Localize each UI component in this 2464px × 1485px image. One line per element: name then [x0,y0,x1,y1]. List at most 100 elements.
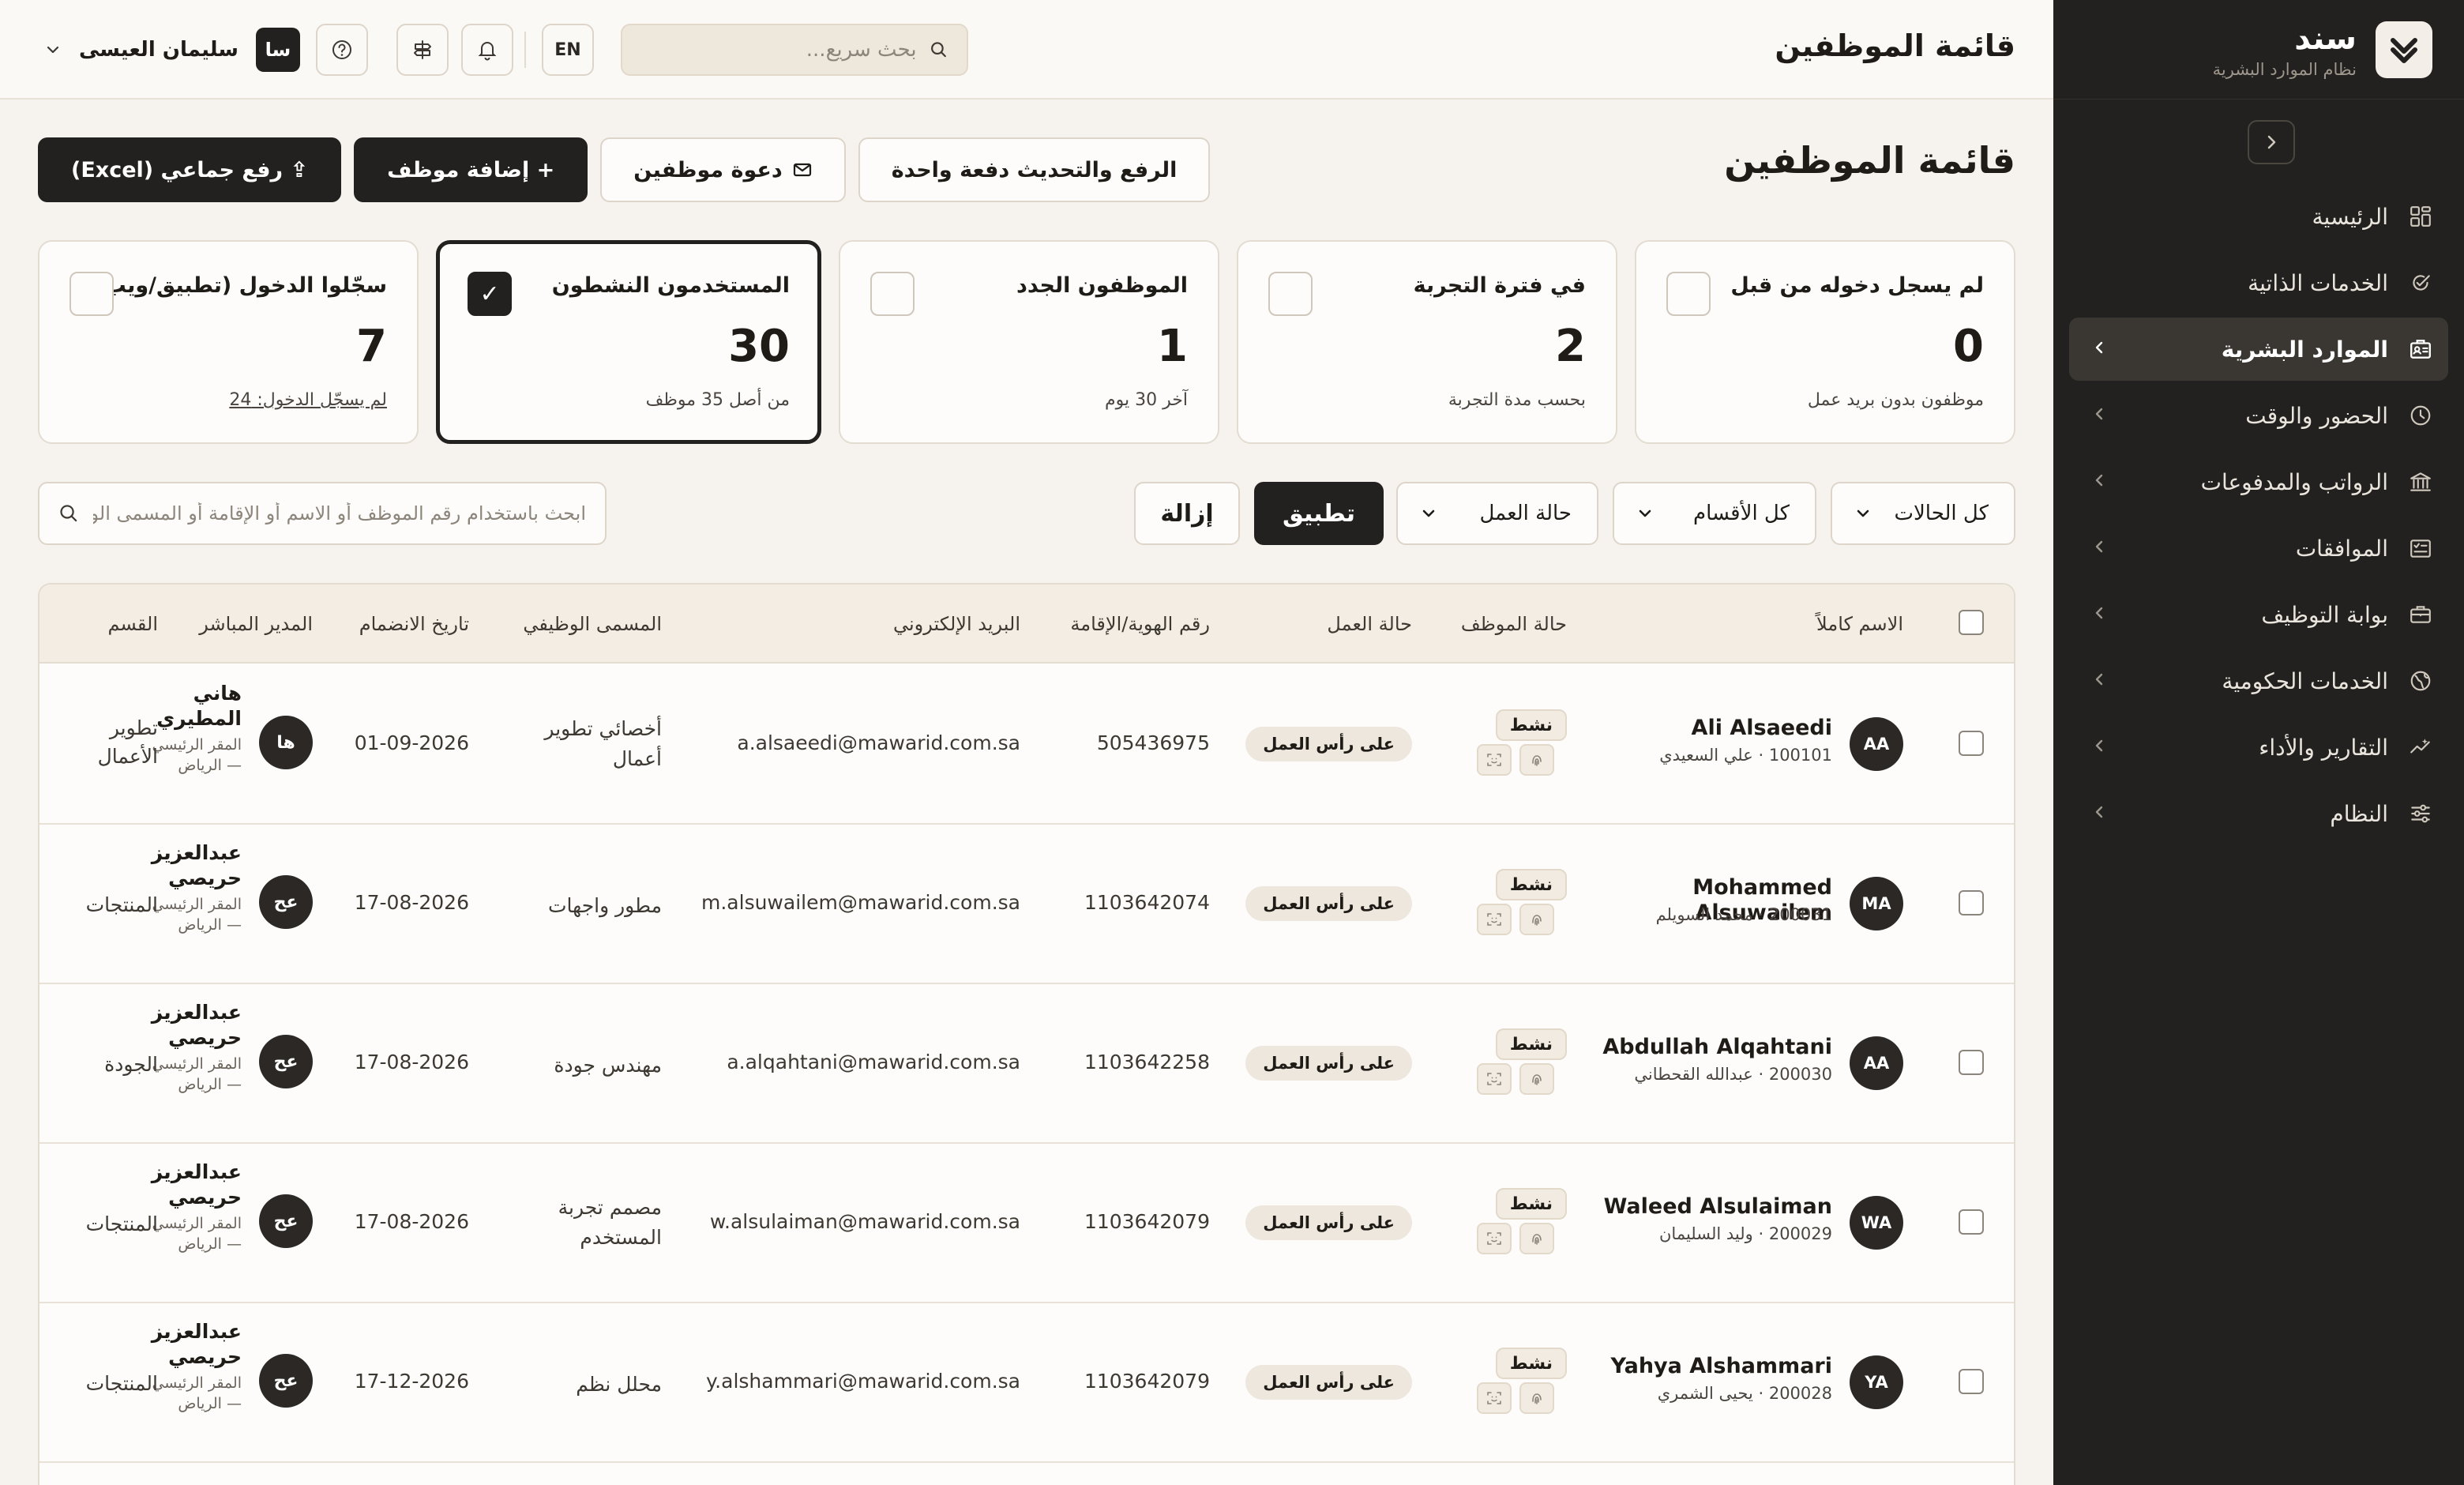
employee-id-arabic-name: 200030 · عبدالله القحطاني [1634,1065,1832,1084]
job-title-cell: أخصائي تطوير أعمال [544,717,662,770]
table-search-input[interactable] [93,502,586,524]
employee-status-badge: نشط [1495,1188,1567,1220]
column-header-join-date[interactable]: تاريخ الانضمام [359,613,469,635]
employee-name[interactable]: Abdullah Alqahtani [1595,1035,1832,1060]
manager-avatar: عح [259,1035,313,1088]
row-checkbox[interactable] [1959,1369,1984,1394]
face-scan-icon [1477,1063,1512,1095]
row-checkbox[interactable] [1959,1209,1984,1235]
row-checkbox[interactable] [1959,1050,1984,1075]
approvals-icon [2409,536,2432,560]
column-header-full-name[interactable]: الاسم كاملاً [1816,613,1903,635]
manager-name[interactable]: عبدالعزيز حريصي [139,1160,242,1210]
quick-search[interactable] [621,24,968,76]
brand-name: سند [2294,20,2357,57]
stat-filter-checkbox[interactable] [1268,272,1313,316]
chevron-left-icon [2090,736,2109,755]
topbar-title: قائمة الموظفين [1775,28,2015,63]
batch-upload-update-button[interactable]: الرفع والتحديث دفعة واحدة [858,137,1211,202]
sidebar-item-approvals[interactable]: الموافقات [2069,517,2448,580]
table-row[interactable]: MA Mohammed Alsuwailem 200031 · محمد الس… [39,825,2014,984]
status-filter-select[interactable]: كل الحالات [1831,482,2015,545]
add-employee-button[interactable]: + إضافة موظف [354,137,588,202]
face-scan-icon [1477,744,1512,776]
manager-location: المقر الرئيسي — الرياض [152,736,242,774]
department-cell: تطوير الأعمال [97,716,158,768]
bulk-excel-upload-button[interactable]: ⇪ رفع جماعي (Excel) [38,137,342,202]
column-header-manager[interactable]: المدير المباشر [199,613,313,635]
sidebar-item-dashboard[interactable]: الرئيسية [2069,185,2448,248]
filters-bar: كل الحالات كل الأقسام حالة العمل تطبيق إ… [38,482,2015,547]
sidebar-item-self-service[interactable]: الخدمات الذاتية [2069,251,2448,314]
column-header-job-title[interactable]: المسمى الوظيفي [523,613,662,635]
stat-card[interactable]: لم يسجل دخوله من قبل 0 موظفون بدون بريد … [1635,240,2015,444]
employee-avatar: YA [1850,1355,1903,1409]
stat-filter-checkbox[interactable] [870,272,915,316]
column-header-employee-status[interactable]: حالة الموظف [1461,613,1567,635]
row-checkbox[interactable] [1959,890,1984,915]
select-all-checkbox[interactable] [1959,610,1984,635]
sidebar-item-analytics[interactable]: التقارير والأداء [2069,716,2448,779]
employee-name[interactable]: Waleed Alsulaiman [1595,1194,1832,1220]
face-scan-icon [1477,1223,1512,1254]
help-button[interactable] [316,24,368,76]
column-header-id-number[interactable]: رقم الهوية/الإقامة [1070,613,1210,635]
employee-id-arabic-name: 200029 · وليد السليمان [1659,1224,1832,1243]
sidebar-item-label: الخدمات الذاتية [2248,269,2388,296]
work-status-badge: على رأس العمل [1245,1046,1412,1081]
sidebar-item-briefcase[interactable]: بوابة التوظيف [2069,583,2448,646]
announcements-button[interactable] [396,24,449,76]
stat-filter-checkbox[interactable] [1666,272,1711,316]
column-header-department[interactable]: القسم [107,613,158,635]
stat-card[interactable]: في فترة التجربة 2 بحسب مدة التجربة [1237,240,1617,444]
column-header-email[interactable]: البريد الإلكتروني [893,613,1020,635]
user-menu[interactable]: سا سليمان العيسى [44,24,300,76]
search-icon [930,42,946,58]
table-row[interactable]: WA Waleed Alsulaiman 200029 · وليد السلي… [39,1144,2014,1303]
stat-card[interactable]: سجّلوا الدخول (تطبيق/ويب) 7 لم يسجّل الد… [38,240,419,444]
email-cell: m.alsuwailem@mawarid.com.sa [701,891,1020,914]
invite-employees-button[interactable]: دعوة موظفين [600,137,846,202]
language-toggle-button[interactable]: EN [542,24,594,76]
notifications-button[interactable] [461,24,513,76]
sidebar-item-label: بوابة التوظيف [2261,601,2388,628]
stat-card[interactable]: المستخدمون النشطون 30 من أصل 35 موظف ✓ [436,240,821,444]
department-cell: المنتجات [85,1372,158,1395]
manager-name[interactable]: عبدالعزيز حريصي [139,840,242,891]
employee-name[interactable]: Yahya Alshammari [1595,1354,1832,1379]
department-filter-select[interactable]: كل الأقسام [1613,482,1816,545]
sidebar-item-clock[interactable]: الحضور والوقت [2069,384,2448,447]
sidebar-item-sliders[interactable]: النظام [2069,782,2448,845]
clear-filters-button[interactable]: إزالة [1134,482,1240,545]
table-row[interactable]: AA Ali Alsaeedi 100101 · علي السعيدي نشط… [39,665,2014,825]
stat-sub: بحسب مدة التجربة [1448,390,1586,410]
employee-avatar: AA [1850,1036,1903,1090]
stat-filter-checkbox[interactable]: ✓ [468,272,512,316]
stat-value: 7 [356,321,387,372]
manager-name[interactable]: عبدالعزيز حريصي [139,1319,242,1370]
employees-table: الاسم كاملاً حالة الموظف حالة العمل رقم … [38,583,2015,1485]
employee-name[interactable]: Ali Alsaeedi [1595,716,1832,741]
help-icon [332,40,351,59]
column-header-work-status[interactable]: حالة العمل [1327,613,1412,635]
table-row[interactable]: YA Yahya Alshammari 200028 · يحيى الشمري… [39,1303,2014,1463]
apply-filters-button[interactable]: تطبيق [1254,482,1384,545]
manager-name[interactable]: عبدالعزيز حريصي [139,1000,242,1051]
department-cell: الجودة [104,1053,158,1076]
sidebar-item-label: الموارد البشرية [2221,336,2388,363]
sidebar-item-hr-badge[interactable]: الموارد البشرية [2069,318,2448,381]
sidebar-item-globe[interactable]: الخدمات الحكومية [2069,649,2448,712]
sidebar-collapse-button[interactable] [2248,120,2295,164]
work-status-filter-select[interactable]: حالة العمل [1396,482,1598,545]
table-header: الاسم كاملاً حالة الموظف حالة العمل رقم … [39,585,2014,664]
row-checkbox[interactable] [1959,731,1984,756]
sidebar-item-bank[interactable]: الرواتب والمدفوعات [2069,450,2448,513]
table-row[interactable]: AA Abdullah Alqahtani 200030 · عبدالله ا… [39,984,2014,1144]
stat-sub-link[interactable]: لم يسجّل الدخول: 24 [229,390,387,410]
chevron-down-icon [1857,509,1869,517]
quick-search-input[interactable] [638,38,917,62]
table-search[interactable] [38,482,607,545]
stat-filter-checkbox[interactable] [69,272,114,316]
stat-card[interactable]: الموظفون الجدد 1 آخر 30 يوم [839,240,1219,444]
page-title: قائمة الموظفين [1724,139,2015,182]
